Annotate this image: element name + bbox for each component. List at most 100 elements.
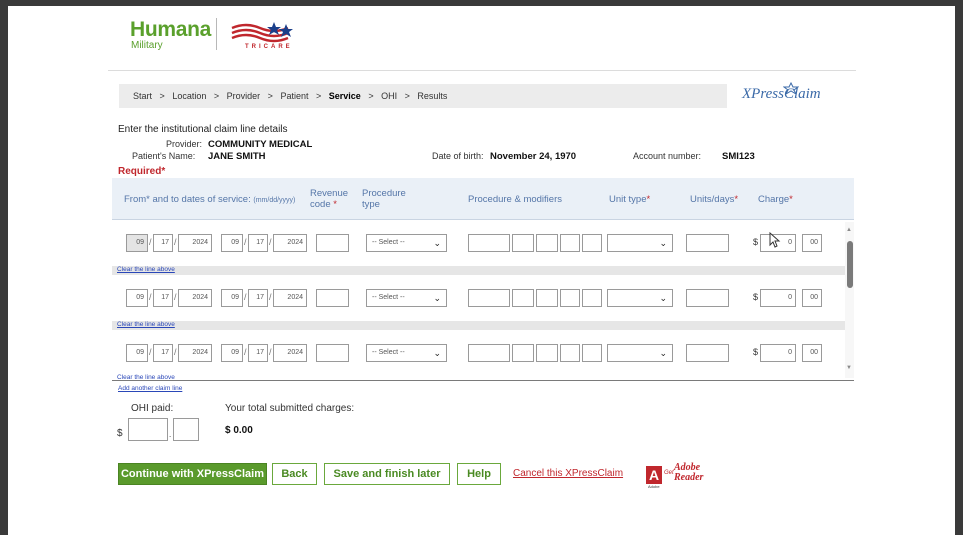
patient-label: Patient's Name: — [132, 151, 196, 161]
from-year-input[interactable]: 2024 — [178, 234, 212, 252]
total-charges-label: Your total submitted charges: — [225, 403, 355, 414]
crumb-sep: > — [159, 91, 165, 101]
clear-line-link[interactable]: Clear the line above — [117, 266, 175, 273]
to-year-input[interactable]: 2024 — [273, 289, 307, 307]
triangle-up-icon[interactable]: ▲ — [846, 227, 852, 233]
units-days-input[interactable] — [686, 289, 729, 307]
back-button[interactable]: Back — [272, 463, 317, 485]
from-day-input[interactable]: 17 — [153, 344, 173, 362]
clear-line-bar — [112, 266, 845, 275]
charge-cents-input[interactable]: 00 — [802, 289, 822, 307]
modifier-3-input[interactable] — [560, 344, 580, 362]
from-month-input[interactable]: 09 — [126, 234, 148, 252]
units-days-input[interactable] — [686, 344, 729, 362]
from-year-input[interactable]: 2024 — [178, 344, 212, 362]
revenue-code-input[interactable] — [316, 234, 349, 252]
mouse-pointer-icon — [769, 232, 781, 248]
charge-cents-input[interactable]: 00 — [802, 234, 822, 252]
clear-line-bar — [112, 321, 845, 330]
charge-cents-input[interactable]: 00 — [802, 344, 822, 362]
procedure-code-input[interactable] — [468, 234, 510, 252]
from-month-input[interactable]: 09 — [126, 344, 148, 362]
provider-label: Provider: — [166, 139, 203, 149]
to-year-input[interactable]: 2024 — [273, 344, 307, 362]
claim-line-1: 09 / 17 / 2024 09 / 17 / 2024 -- Select … — [112, 234, 854, 279]
chevron-down-icon: ⌄ — [433, 348, 441, 358]
add-claim-line-link[interactable]: Add another claim line — [118, 385, 182, 392]
unit-type-select[interactable]: ⌄ — [607, 289, 673, 307]
to-day-input[interactable]: 17 — [248, 344, 268, 362]
help-button[interactable]: Help — [457, 463, 501, 485]
crumb-location[interactable]: Location — [172, 91, 206, 101]
modifier-4-input[interactable] — [582, 234, 602, 252]
modifier-2-input[interactable] — [536, 234, 558, 252]
modifier-2-input[interactable] — [536, 344, 558, 362]
modifier-1-input[interactable] — [512, 234, 534, 252]
claim-line-2: 09 / 17 / 2024 09 / 17 / 2024 -- Select … — [112, 289, 854, 334]
ohi-paid-label: OHI paid: — [131, 403, 174, 414]
from-month-input[interactable]: 09 — [126, 289, 148, 307]
crumb-results: Results — [417, 91, 448, 101]
modifier-3-input[interactable] — [560, 289, 580, 307]
get-adobe-reader-link[interactable]: Adobe Reader — [674, 463, 703, 483]
unit-type-select[interactable]: ⌄ — [607, 234, 673, 252]
col-charge-header: Charge* — [758, 194, 793, 205]
account-value: SMI123 — [722, 151, 755, 162]
tricare-flag-icon — [231, 22, 293, 43]
logo-divider — [216, 18, 217, 50]
col-unit-type-header: Unit type* — [609, 194, 651, 205]
charge-dollars-input[interactable]: 0 — [760, 289, 796, 307]
crumb-sep: > — [267, 91, 273, 101]
procedure-code-input[interactable] — [468, 289, 510, 307]
crumb-sep: > — [213, 91, 220, 101]
modifier-2-input[interactable] — [536, 289, 558, 307]
units-days-input[interactable] — [686, 234, 729, 252]
to-year-input[interactable]: 2024 — [273, 234, 307, 252]
cancel-claim-link[interactable]: Cancel this XPressClaim — [513, 468, 623, 479]
intro-heading: Enter the institutional claim line detai… — [118, 124, 288, 135]
crumb-start[interactable]: Start — [133, 91, 152, 101]
from-year-input[interactable]: 2024 — [178, 289, 212, 307]
ohi-dollars-input[interactable] — [128, 418, 168, 441]
crumb-provider[interactable]: Provider — [227, 91, 261, 101]
ohi-dollar-sign: $ — [117, 428, 123, 439]
to-month-input[interactable]: 09 — [221, 344, 243, 362]
crumb-service: Service — [328, 91, 361, 101]
ohi-cents-input[interactable] — [173, 418, 199, 441]
modifier-4-input[interactable] — [582, 344, 602, 362]
clear-line-link[interactable]: Clear the line above — [117, 321, 175, 328]
dollar-sign: $ — [753, 347, 759, 357]
from-day-input[interactable]: 17 — [153, 289, 173, 307]
tricare-wordmark: TRICARE — [245, 44, 293, 50]
revenue-code-input[interactable] — [316, 344, 349, 362]
unit-type-select[interactable]: ⌄ — [607, 344, 673, 362]
to-day-input[interactable]: 17 — [248, 234, 268, 252]
procedure-type-select[interactable]: -- Select -- ⌄ — [366, 344, 447, 362]
procedure-type-select[interactable]: -- Select -- ⌄ — [366, 234, 447, 252]
to-month-input[interactable]: 09 — [221, 234, 243, 252]
chevron-down-icon: ⌄ — [659, 238, 667, 248]
revenue-code-input[interactable] — [316, 289, 349, 307]
claim-line-3: 09 / 17 / 2024 09 / 17 / 2024 -- Select … — [112, 344, 854, 380]
charge-dollars-input[interactable]: 0 — [760, 344, 796, 362]
procedure-type-select[interactable]: -- Select -- ⌄ — [366, 289, 447, 307]
from-day-input[interactable]: 17 — [153, 234, 173, 252]
save-finish-later-button[interactable]: Save and finish later — [324, 463, 450, 485]
rows-scrollbar-thumb[interactable] — [847, 241, 853, 288]
triangle-down-icon[interactable]: ▼ — [846, 365, 852, 371]
to-day-input[interactable]: 17 — [248, 289, 268, 307]
rows-bottom-border — [112, 380, 854, 381]
required-note: Required* — [118, 166, 166, 177]
adobe-get-text[interactable]: Get — [664, 470, 674, 476]
total-charges-value: $ 0.00 — [225, 425, 253, 436]
crumb-patient[interactable]: Patient — [280, 91, 308, 101]
modifier-4-input[interactable] — [582, 289, 602, 307]
modifier-1-input[interactable] — [512, 289, 534, 307]
modifier-3-input[interactable] — [560, 234, 580, 252]
continue-button[interactable]: Continue with XPressClaim — [118, 463, 267, 485]
adobe-logo-icon[interactable]: A — [646, 466, 662, 484]
to-month-input[interactable]: 09 — [221, 289, 243, 307]
procedure-code-input[interactable] — [468, 344, 510, 362]
col-procedure-type-header: Procedure type — [362, 188, 406, 210]
modifier-1-input[interactable] — [512, 344, 534, 362]
